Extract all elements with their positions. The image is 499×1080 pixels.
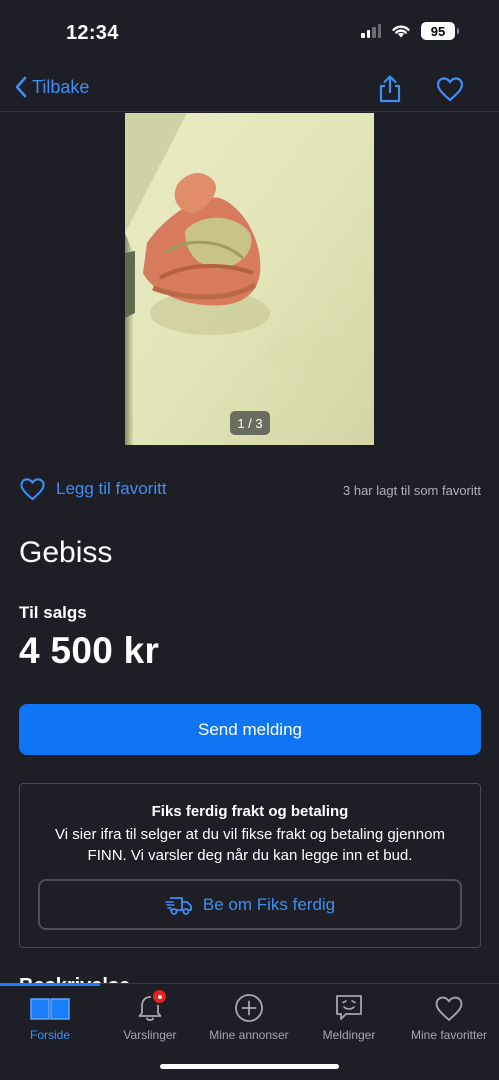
fiks-ferdig-description: Vi sier ifra til selger at du vil fikse … — [55, 826, 445, 864]
battery-level: 95 — [430, 23, 446, 39]
book-icon — [30, 992, 70, 1024]
tab-label: Mine favoritter — [410, 1028, 488, 1042]
home-indicator[interactable] — [160, 1064, 339, 1069]
chevron-left-icon — [15, 76, 27, 98]
tab-mine-favoritter[interactable]: Mine favoritter — [399, 992, 499, 1052]
active-tab-indicator — [0, 983, 100, 986]
status-bar: 12:34 95 — [0, 0, 499, 64]
add-favorite-label: Legg til favoritt — [56, 479, 167, 498]
request-fiks-ferdig-label: Be om Fiks ferdig — [202, 894, 336, 914]
listing-image-carousel[interactable]: 1 / 3 — [125, 113, 374, 445]
listing-title: Gebiss — [19, 536, 113, 569]
tab-meldinger[interactable]: Meldinger — [299, 992, 399, 1052]
heart-icon[interactable] — [436, 76, 464, 102]
cellular-signal-icon — [361, 24, 381, 38]
share-icon[interactable] — [376, 74, 404, 104]
heart-icon — [429, 992, 469, 1024]
tab-label: Forside — [29, 1028, 70, 1042]
status-icons: 95 — [361, 22, 459, 40]
tab-label: Mine annonser — [209, 1028, 289, 1042]
request-fiks-ferdig-button[interactable]: Be om Fiks ferdig — [38, 879, 462, 930]
tab-label: Meldinger — [322, 1028, 376, 1042]
sale-type: Til salgs — [19, 603, 87, 622]
listing-price: 4 500 kr — [19, 630, 160, 671]
fiks-ferdig-title: Fiks ferdig frakt og betaling — [151, 803, 349, 820]
plus-circle-icon — [229, 992, 269, 1024]
back-label: Tilbake — [32, 76, 90, 97]
navigation-bar: Tilbake — [0, 64, 499, 112]
battery-indicator: 95 — [421, 22, 459, 40]
status-time: 12:34 — [66, 22, 119, 44]
listing-photo — [125, 113, 374, 445]
message-icon — [329, 992, 369, 1024]
heart-icon — [20, 478, 45, 501]
tab-forside[interactable]: Forside — [0, 992, 100, 1052]
tab-label: Varslinger — [123, 1028, 177, 1042]
add-favorite-button[interactable]: Legg til favoritt — [19, 477, 167, 501]
back-button[interactable]: Tilbake — [14, 76, 89, 98]
fiks-ferdig-panel: Fiks ferdig frakt og betaling Vi sier if… — [19, 783, 481, 948]
tab-varslinger[interactable]: Varslinger — [100, 988, 200, 1052]
favorite-row: Legg til favoritt 3 har lagt til som fav… — [19, 474, 481, 506]
favorite-count: 3 har lagt til som favoritt — [343, 483, 481, 498]
send-message-button[interactable]: Send melding — [19, 704, 481, 755]
tab-mine-annonser[interactable]: Mine annonser — [199, 992, 299, 1052]
notification-badge — [151, 988, 168, 1005]
wifi-icon — [392, 25, 410, 38]
image-counter: 1 / 3 — [230, 411, 270, 435]
delivery-truck-icon — [165, 896, 192, 915]
bell-icon — [130, 988, 170, 1024]
